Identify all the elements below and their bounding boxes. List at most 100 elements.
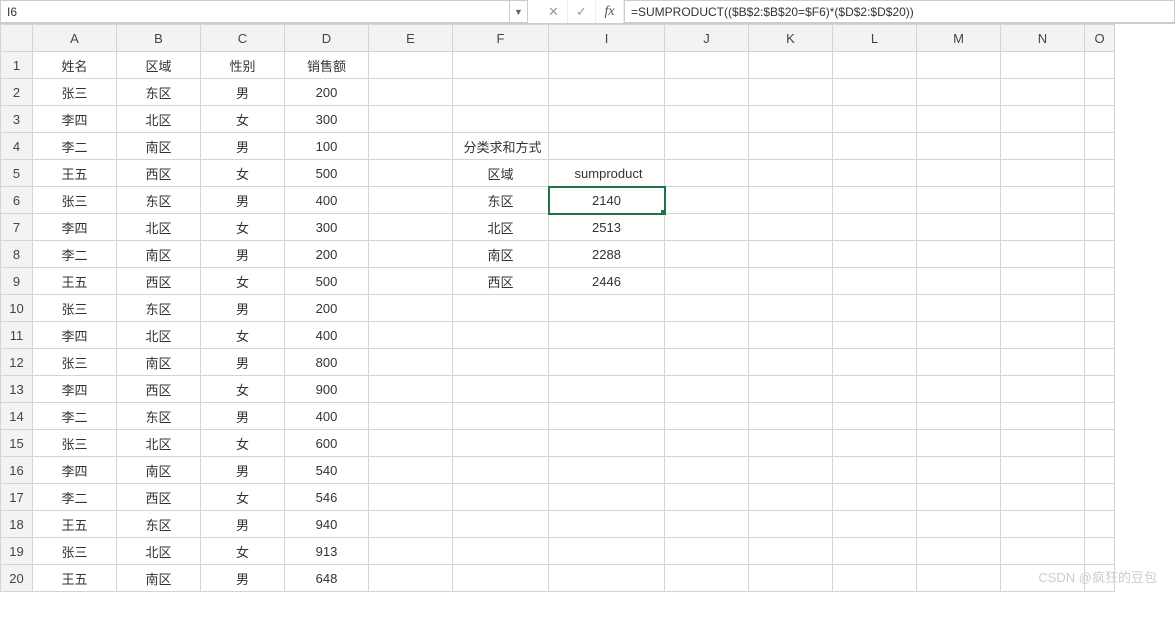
cell-B2[interactable]: 东区: [117, 79, 201, 106]
cell-F14[interactable]: [453, 403, 549, 430]
cell-C2[interactable]: 男: [201, 79, 285, 106]
cell-C12[interactable]: 男: [201, 349, 285, 376]
cell-A20[interactable]: 王五: [33, 565, 117, 592]
cell-B18[interactable]: 东区: [117, 511, 201, 538]
cell-B15[interactable]: 北区: [117, 430, 201, 457]
cell-L3[interactable]: [833, 106, 917, 133]
cell-N3[interactable]: [1001, 106, 1085, 133]
cell-E9[interactable]: [369, 268, 453, 295]
cell-F1[interactable]: [453, 52, 549, 79]
cell-M2[interactable]: [917, 79, 1001, 106]
cell-D11[interactable]: 400: [285, 322, 369, 349]
cell-M12[interactable]: [917, 349, 1001, 376]
row-header-16[interactable]: 16: [1, 457, 33, 484]
cell-C4[interactable]: 男: [201, 133, 285, 160]
cell-M18[interactable]: [917, 511, 1001, 538]
cell-O14[interactable]: [1085, 403, 1115, 430]
cell-L19[interactable]: [833, 538, 917, 565]
cell-A14[interactable]: 李二: [33, 403, 117, 430]
column-header-O[interactable]: O: [1085, 25, 1115, 52]
cell-A17[interactable]: 李二: [33, 484, 117, 511]
cell-A12[interactable]: 张三: [33, 349, 117, 376]
cell-E1[interactable]: [369, 52, 453, 79]
cell-F9[interactable]: 西区: [453, 268, 549, 295]
cell-C16[interactable]: 男: [201, 457, 285, 484]
cell-I18[interactable]: [549, 511, 665, 538]
cell-N16[interactable]: [1001, 457, 1085, 484]
cell-M8[interactable]: [917, 241, 1001, 268]
cell-A9[interactable]: 王五: [33, 268, 117, 295]
cell-F20[interactable]: [453, 565, 549, 592]
cell-I1[interactable]: [549, 52, 665, 79]
column-header-I[interactable]: I: [549, 25, 665, 52]
column-header-A[interactable]: A: [33, 25, 117, 52]
cell-I4[interactable]: [549, 133, 665, 160]
cell-J14[interactable]: [665, 403, 749, 430]
cell-A15[interactable]: 张三: [33, 430, 117, 457]
cell-N14[interactable]: [1001, 403, 1085, 430]
cell-A8[interactable]: 李二: [33, 241, 117, 268]
cell-O12[interactable]: [1085, 349, 1115, 376]
cell-I8[interactable]: 2288: [549, 241, 665, 268]
cell-N6[interactable]: [1001, 187, 1085, 214]
cell-E12[interactable]: [369, 349, 453, 376]
cell-N17[interactable]: [1001, 484, 1085, 511]
cell-E19[interactable]: [369, 538, 453, 565]
cell-E6[interactable]: [369, 187, 453, 214]
cell-B10[interactable]: 东区: [117, 295, 201, 322]
cell-F17[interactable]: [453, 484, 549, 511]
cell-O15[interactable]: [1085, 430, 1115, 457]
cell-C19[interactable]: 女: [201, 538, 285, 565]
cell-O7[interactable]: [1085, 214, 1115, 241]
cell-F19[interactable]: [453, 538, 549, 565]
cell-B8[interactable]: 南区: [117, 241, 201, 268]
cell-D4[interactable]: 100: [285, 133, 369, 160]
column-header-M[interactable]: M: [917, 25, 1001, 52]
cell-M15[interactable]: [917, 430, 1001, 457]
cell-K15[interactable]: [749, 430, 833, 457]
cell-F12[interactable]: [453, 349, 549, 376]
cell-N19[interactable]: [1001, 538, 1085, 565]
row-header-13[interactable]: 13: [1, 376, 33, 403]
cell-J7[interactable]: [665, 214, 749, 241]
cell-B19[interactable]: 北区: [117, 538, 201, 565]
cell-K20[interactable]: [749, 565, 833, 592]
cell-E14[interactable]: [369, 403, 453, 430]
cell-J8[interactable]: [665, 241, 749, 268]
row-header-1[interactable]: 1: [1, 52, 33, 79]
cell-M7[interactable]: [917, 214, 1001, 241]
cell-J6[interactable]: [665, 187, 749, 214]
cell-K11[interactable]: [749, 322, 833, 349]
cell-M6[interactable]: [917, 187, 1001, 214]
column-header-C[interactable]: C: [201, 25, 285, 52]
row-header-18[interactable]: 18: [1, 511, 33, 538]
cell-I19[interactable]: [549, 538, 665, 565]
cell-D20[interactable]: 648: [285, 565, 369, 592]
cell-C1[interactable]: 性别: [201, 52, 285, 79]
cell-L12[interactable]: [833, 349, 917, 376]
cell-N18[interactable]: [1001, 511, 1085, 538]
cell-J18[interactable]: [665, 511, 749, 538]
fx-icon[interactable]: fx: [596, 0, 624, 23]
cell-K13[interactable]: [749, 376, 833, 403]
cell-L6[interactable]: [833, 187, 917, 214]
cell-A4[interactable]: 李二: [33, 133, 117, 160]
row-header-11[interactable]: 11: [1, 322, 33, 349]
cell-J20[interactable]: [665, 565, 749, 592]
cell-E11[interactable]: [369, 322, 453, 349]
cell-B20[interactable]: 南区: [117, 565, 201, 592]
row-header-8[interactable]: 8: [1, 241, 33, 268]
cell-O19[interactable]: [1085, 538, 1115, 565]
cell-J15[interactable]: [665, 430, 749, 457]
select-all-corner[interactable]: [1, 25, 33, 52]
cell-A6[interactable]: 张三: [33, 187, 117, 214]
cell-C13[interactable]: 女: [201, 376, 285, 403]
cell-C18[interactable]: 男: [201, 511, 285, 538]
cell-J17[interactable]: [665, 484, 749, 511]
column-header-D[interactable]: D: [285, 25, 369, 52]
cell-F4[interactable]: 分类求和方式: [453, 133, 549, 160]
cell-B5[interactable]: 西区: [117, 160, 201, 187]
cell-J13[interactable]: [665, 376, 749, 403]
cell-I10[interactable]: [549, 295, 665, 322]
cell-D5[interactable]: 500: [285, 160, 369, 187]
